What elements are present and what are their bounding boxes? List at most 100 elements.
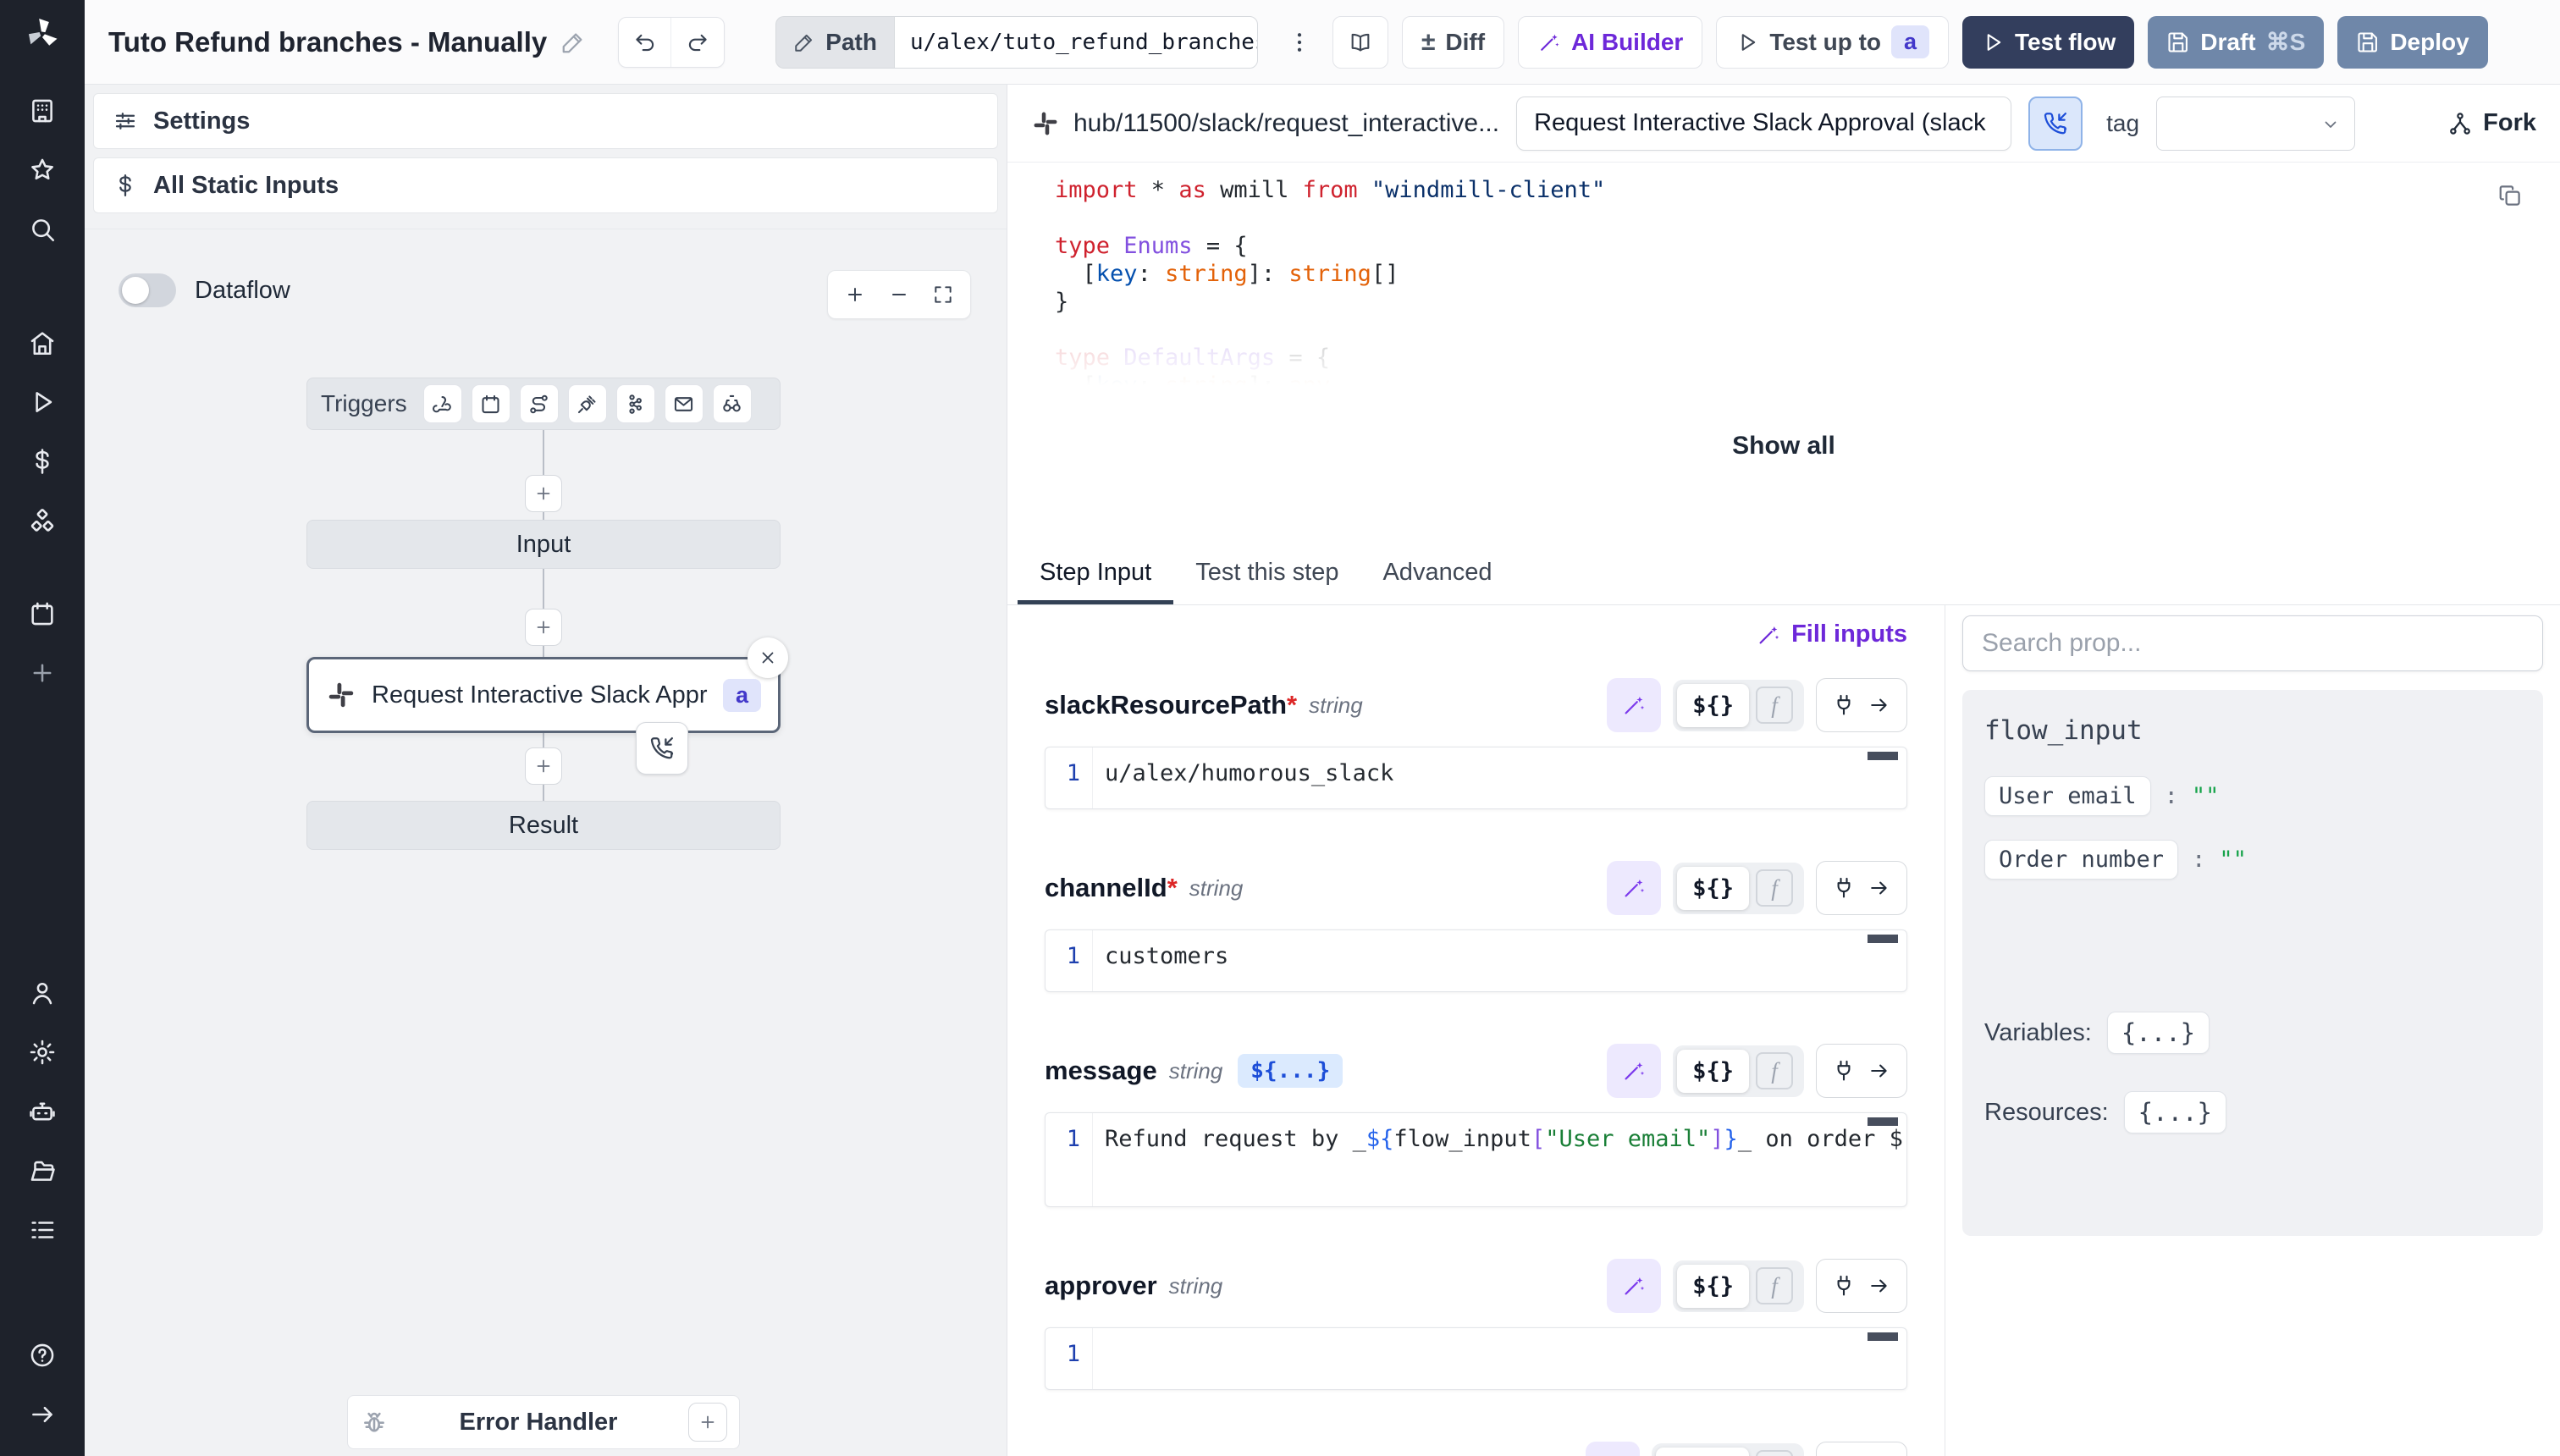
function-mode-button[interactable]: f: [1756, 869, 1793, 907]
kafka-trigger-button[interactable]: [616, 384, 655, 423]
suspend-approval-badge[interactable]: [636, 722, 688, 775]
template-mode-button[interactable]: ${}: [1677, 1050, 1749, 1093]
http-route-trigger-button[interactable]: [520, 384, 559, 423]
insert-step-button[interactable]: [525, 475, 562, 512]
function-mode-button[interactable]: f: [1756, 687, 1793, 724]
variables-object-chip[interactable]: {...}: [2107, 1012, 2210, 1054]
sidebar-item-user[interactable]: [15, 969, 69, 1017]
fill-inputs-button[interactable]: Fill inputs: [1756, 620, 1907, 648]
zoom-out-button[interactable]: [877, 275, 921, 314]
delete-node-button[interactable]: [748, 637, 788, 678]
tab-step-input[interactable]: Step Input: [1018, 542, 1173, 604]
editor-minimap: [1868, 935, 1898, 943]
show-all-button[interactable]: Show all: [1732, 432, 1835, 461]
sidebar-item-runs[interactable]: [15, 378, 69, 426]
tag-select[interactable]: [2156, 97, 2355, 151]
prop-key-chip[interactable]: User email: [1984, 776, 2151, 816]
prop-key-chip[interactable]: Order number: [1984, 840, 2178, 880]
static-mode-button[interactable]: Static: [1656, 1448, 1749, 1456]
hub-script-path[interactable]: hub/11500/slack/request_interactive...: [1031, 109, 1499, 138]
search-prop-input[interactable]: Search prop...: [1962, 615, 2543, 671]
triggers-node[interactable]: Triggers: [306, 378, 781, 430]
sidebar-item-add[interactable]: [15, 649, 69, 697]
insert-step-button[interactable]: [525, 747, 562, 785]
fit-view-button[interactable]: [921, 275, 965, 314]
sidebar-item-settings[interactable]: [15, 1029, 69, 1076]
sidebar-item-home[interactable]: [15, 319, 69, 367]
webhook-trigger-button[interactable]: [423, 384, 462, 423]
template-mode-button[interactable]: ${}: [1677, 1265, 1749, 1308]
ai-fill-button[interactable]: [1607, 1044, 1661, 1098]
path-edit-button[interactable]: Path: [775, 16, 894, 69]
template-mode-button[interactable]: ${}: [1677, 684, 1749, 727]
function-mode-button[interactable]: f: [1756, 1450, 1793, 1456]
plus-icon: [533, 617, 554, 637]
ai-fill-button[interactable]: [1586, 1442, 1640, 1456]
connect-input-button[interactable]: [1816, 861, 1907, 915]
more-options-button[interactable]: [1280, 30, 1319, 55]
copy-code-button[interactable]: [2497, 183, 2523, 208]
script-code-preview[interactable]: import * as wmill from "windmill-client"…: [1007, 163, 2560, 400]
function-mode-button[interactable]: f: [1756, 1267, 1793, 1304]
undo-button[interactable]: [619, 18, 671, 67]
template-mode-button[interactable]: ${}: [1677, 867, 1749, 910]
sidebar-item-resources[interactable]: [15, 497, 69, 544]
email-trigger-button[interactable]: [665, 384, 703, 423]
field-value-editor[interactable]: 1 customers: [1045, 929, 1907, 992]
draft-button[interactable]: Draft ⌘S: [2148, 16, 2324, 69]
suspend-approval-button[interactable]: [2028, 97, 2083, 151]
input-node[interactable]: Input: [306, 520, 781, 569]
test-flow-button[interactable]: Test flow: [1962, 16, 2134, 69]
path-value-input[interactable]: u/alex/tuto_refund_branches_: [894, 16, 1258, 69]
connect-input-button[interactable]: [1816, 678, 1907, 732]
ai-fill-button[interactable]: [1607, 1259, 1661, 1313]
flow-input-root[interactable]: flow_input: [1984, 715, 2521, 746]
sidebar-item-folders[interactable]: [15, 1147, 69, 1194]
sidebar-item-variables[interactable]: [15, 438, 69, 485]
deploy-button[interactable]: Deploy: [2337, 16, 2487, 69]
tab-test-this-step[interactable]: Test this step: [1173, 542, 1360, 604]
sidebar-item-search[interactable]: [15, 206, 69, 253]
field-value-editor[interactable]: 1 Refund request by _${flow_input["User …: [1045, 1112, 1907, 1207]
redo-button[interactable]: [671, 18, 724, 67]
result-node[interactable]: Result: [306, 801, 781, 850]
docs-button[interactable]: [1332, 16, 1388, 69]
ai-fill-button[interactable]: [1607, 678, 1661, 732]
fork-button[interactable]: Fork: [2447, 109, 2536, 137]
schedule-trigger-button[interactable]: [472, 384, 510, 423]
sidebar-item-favorites[interactable]: [15, 146, 69, 194]
field-value-editor[interactable]: 1 u/alex/humorous_slack: [1045, 747, 1907, 809]
edit-title-icon[interactable]: [560, 30, 586, 55]
windmill-logo[interactable]: [15, 8, 69, 59]
add-error-handler-button[interactable]: [688, 1403, 727, 1442]
sidebar-item-schedules[interactable]: [15, 590, 69, 637]
poll-trigger-button[interactable]: [713, 384, 752, 423]
field-value-editor[interactable]: 1: [1045, 1327, 1907, 1390]
dataflow-toggle[interactable]: [119, 273, 176, 307]
function-mode-button[interactable]: f: [1756, 1052, 1793, 1089]
ai-builder-button[interactable]: AI Builder: [1518, 16, 1702, 69]
flow-canvas[interactable]: Dataflow Triggers: [85, 229, 1007, 1456]
ai-fill-button[interactable]: [1607, 861, 1661, 915]
flow-settings-button[interactable]: Settings: [93, 93, 998, 149]
diff-button[interactable]: ± Diff: [1402, 16, 1504, 69]
node-id-badge: a: [723, 679, 761, 712]
step-name-input[interactable]: Request Interactive Slack Approval (slac…: [1516, 97, 2011, 151]
error-handler-node[interactable]: Error Handler: [347, 1395, 740, 1449]
connect-input-button[interactable]: [1816, 1442, 1907, 1456]
sidebar-item-workers[interactable]: [15, 1088, 69, 1135]
test-up-to-button[interactable]: Test up to a: [1716, 16, 1949, 69]
connect-input-button[interactable]: [1816, 1259, 1907, 1313]
sidebar-collapse[interactable]: [15, 1391, 69, 1438]
all-static-inputs-button[interactable]: All Static Inputs: [93, 157, 998, 213]
insert-step-button[interactable]: [525, 609, 562, 646]
sidebar-item-help[interactable]: [15, 1332, 69, 1379]
websocket-trigger-button[interactable]: [568, 384, 607, 423]
sidebar-item-workspace[interactable]: [15, 87, 69, 135]
tab-advanced[interactable]: Advanced: [1360, 542, 1514, 604]
sidebar-item-audit-logs[interactable]: [15, 1206, 69, 1254]
connect-input-button[interactable]: [1816, 1044, 1907, 1098]
slack-approval-node[interactable]: Request Interactive Slack Approval (... …: [306, 657, 781, 733]
zoom-in-button[interactable]: [833, 275, 877, 314]
resources-object-chip[interactable]: {...}: [2124, 1091, 2226, 1133]
